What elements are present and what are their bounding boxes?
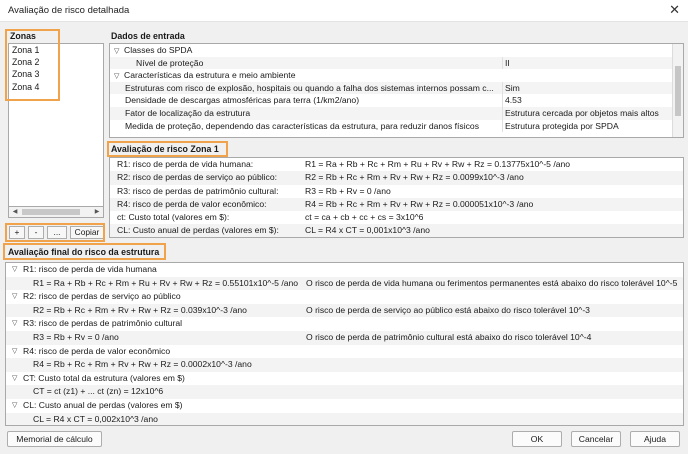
zones-label: Zonas — [10, 31, 36, 41]
zone-risk-label: Avaliação de risco Zona 1 — [111, 144, 219, 154]
table-row: ct: Custo total (valores em $): ct = ca … — [117, 212, 424, 223]
result-row: R4 = Rb + Rc + Rm + Rv + Rw + Rz = 0.000… — [6, 358, 683, 372]
scroll-right-icon[interactable]: ▶ — [91, 207, 103, 217]
property-row[interactable]: Nível de proteção II — [110, 56, 683, 70]
property-row[interactable]: Medida de proteção, dependendo das carac… — [110, 119, 683, 133]
result-row: R3 = Rb + Rv = 0 /ano O risco de perda d… — [6, 330, 683, 345]
table-row: CL: Custo anual de perdas (valores em $)… — [110, 224, 683, 237]
ok-button[interactable]: OK — [512, 431, 562, 447]
zone-options-button[interactable]: ... — [47, 226, 67, 239]
input-data-grid[interactable]: ▽ Classes do SPDA Nível de proteção II ▽ C… — [109, 43, 684, 138]
result-row: R2 = Rb + Rc + Rm + Rv + Rw + Rz = 0.039… — [6, 303, 683, 318]
zone-item[interactable]: Zona 2 — [9, 56, 103, 68]
table-row: R3: risco de perdas de patrimônio cultur… — [117, 185, 391, 196]
final-eval-label: Avaliação final do risco da estrutura — [8, 247, 160, 257]
window-title: Avaliação de risco detalhada — [8, 5, 130, 16]
chevron-down-icon[interactable]: ▽ — [12, 399, 17, 413]
table-row: R1: risco de perda de vida humana: R1 = … — [117, 159, 571, 169]
property-row[interactable]: Fator de localização da estrutura Estrut… — [110, 106, 683, 120]
scroll-left-icon[interactable]: ◀ — [9, 207, 21, 217]
group-header-row[interactable]: ▽ R3: risco de perdas de patrimônio cult… — [6, 317, 683, 331]
title-bar: Avaliação de risco detalhada ✕ — [0, 0, 688, 22]
zone-item[interactable]: Zona 1 — [9, 44, 103, 56]
chevron-down-icon[interactable]: ▽ — [12, 290, 17, 304]
zones-list[interactable]: Zona 1 Zona 2 Zona 3 Zona 4 — [8, 43, 104, 218]
property-row[interactable]: Estruturas com risco de explosão, hospit… — [110, 81, 683, 95]
chevron-down-icon[interactable]: ▽ — [12, 345, 17, 359]
group-header-row[interactable]: ▽ CL: Custo anual de perdas (valores em … — [6, 399, 683, 413]
chevron-down-icon[interactable]: ▽ — [12, 317, 17, 331]
scrollbar-thumb[interactable] — [675, 66, 681, 116]
category-row[interactable]: ▽ Classes do SPDA — [110, 44, 683, 57]
input-data-label: Dados de entrada — [111, 31, 185, 41]
category-row[interactable]: ▽ Características da estrutura e meio amb… — [110, 69, 683, 82]
zones-horizontal-scrollbar[interactable]: ◀ ▶ — [8, 206, 104, 218]
group-header-row[interactable]: ▽ CT: Custo total da estrutura (valores … — [6, 372, 683, 386]
chevron-down-icon[interactable]: ▽ — [12, 263, 17, 277]
group-header-row[interactable]: ▽ R4: risco de perda de valor econômico — [6, 345, 683, 359]
scrollbar-thumb[interactable] — [22, 209, 80, 215]
calc-memory-button[interactable]: Memorial de cálculo — [7, 431, 102, 447]
table-row: R2: risco de perdas de serviço ao públic… — [110, 171, 683, 185]
zone-item[interactable]: Zona 3 — [9, 68, 103, 80]
cancel-button[interactable]: Cancelar — [571, 431, 621, 447]
result-row: CT = ct (z1) + ... ct (zn) = 12x10^6 — [6, 385, 683, 399]
table-row: R4: risco de perda de valor econômico: R… — [110, 197, 683, 212]
result-row: CL = R4 x CT = 0,002x10^3 /ano — [6, 412, 683, 425]
add-zone-button[interactable]: + — [9, 226, 25, 239]
copy-zone-button[interactable]: Copiar — [70, 226, 104, 239]
close-icon[interactable]: ✕ — [669, 2, 680, 18]
final-eval-tree[interactable]: ▽ R1: risco de perda de vida humana R1 =… — [5, 262, 684, 426]
group-header-row[interactable]: ▽ R2: risco de perdas de serviço ao públ… — [6, 290, 683, 304]
help-button[interactable]: Ajuda — [630, 431, 680, 447]
input-data-vertical-scrollbar[interactable] — [672, 44, 683, 137]
group-header-row[interactable]: ▽ R1: risco de perda de vida humana — [6, 263, 683, 277]
chevron-down-icon[interactable]: ▽ — [12, 372, 17, 386]
zone-risk-table: R1: risco de perda de vida humana: R1 = … — [109, 157, 684, 238]
result-row: R1 = Ra + Rb + Rc + Rm + Ru + Rv + Rw + … — [6, 276, 683, 291]
zone-item[interactable]: Zona 4 — [9, 81, 103, 93]
property-row[interactable]: Densidade de descargas atmosféricas para… — [110, 94, 683, 107]
remove-zone-button[interactable]: - — [28, 226, 44, 239]
